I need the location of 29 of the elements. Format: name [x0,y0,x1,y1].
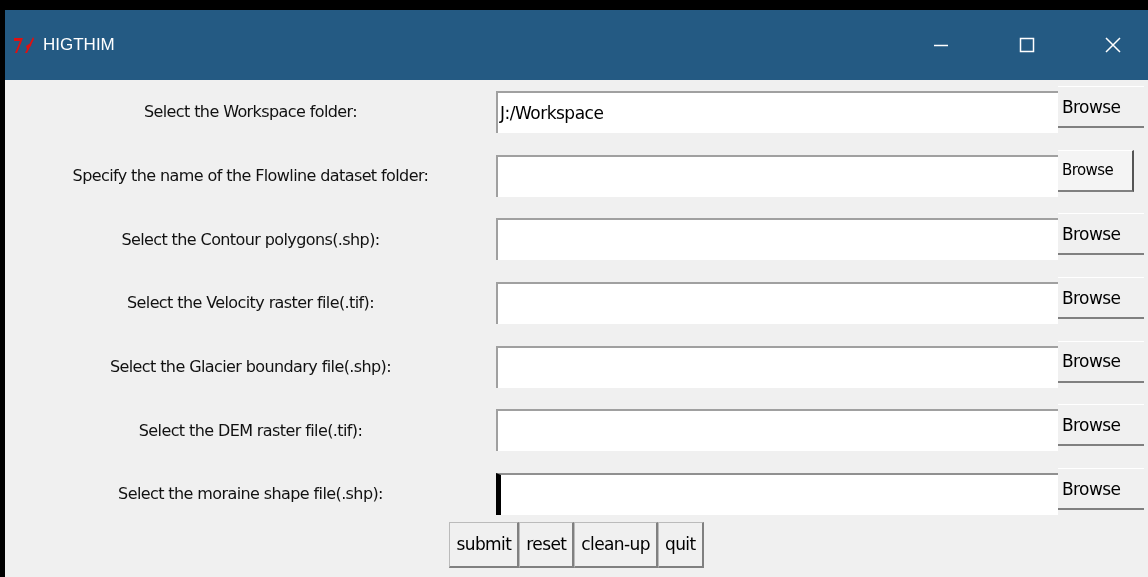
browse-button[interactable]: Browse [1058,149,1134,192]
path-field[interactable] [496,154,1058,197]
action-button[interactable]: clean-up [574,521,658,568]
action-button[interactable]: quit [657,521,704,568]
browse-button[interactable]: Browse [1058,340,1144,383]
window-title: HIGTHIM [43,35,115,55]
field-label: Specify the name of the Flowline dataset folder: [71,166,430,186]
close-icon[interactable] [1105,37,1121,53]
field-label: Select the Glacier boundary file(.shp): [108,357,393,377]
browse-button[interactable]: Browse [1058,468,1144,511]
path-field[interactable] [496,345,1058,388]
field-label: Select the Velocity raster file(.tif): [126,293,375,313]
path-field[interactable] [496,218,1058,261]
feather-icon [13,36,35,54]
path-field[interactable]: J:/Workspace [496,90,1058,133]
browse-button[interactable]: Browse [1058,277,1144,320]
field-label: Select the Contour polygons(.shp): [120,229,381,249]
browse-button[interactable]: Browse [1058,86,1144,128]
browse-button[interactable]: Browse [1058,213,1144,256]
action-button[interactable]: reset [519,521,575,568]
field-label: Select the Workspace folder: [142,102,359,122]
maximize-icon[interactable] [1019,37,1035,53]
path-field[interactable] [496,472,1058,515]
path-field[interactable] [496,281,1058,324]
field-label: Select the moraine shape file(.shp): [117,484,384,504]
path-field[interactable] [496,409,1058,452]
field-label: Select the DEM raster file(.tif): [137,420,364,440]
browse-button[interactable]: Browse [1058,404,1144,447]
action-button[interactable]: submit [449,521,520,568]
